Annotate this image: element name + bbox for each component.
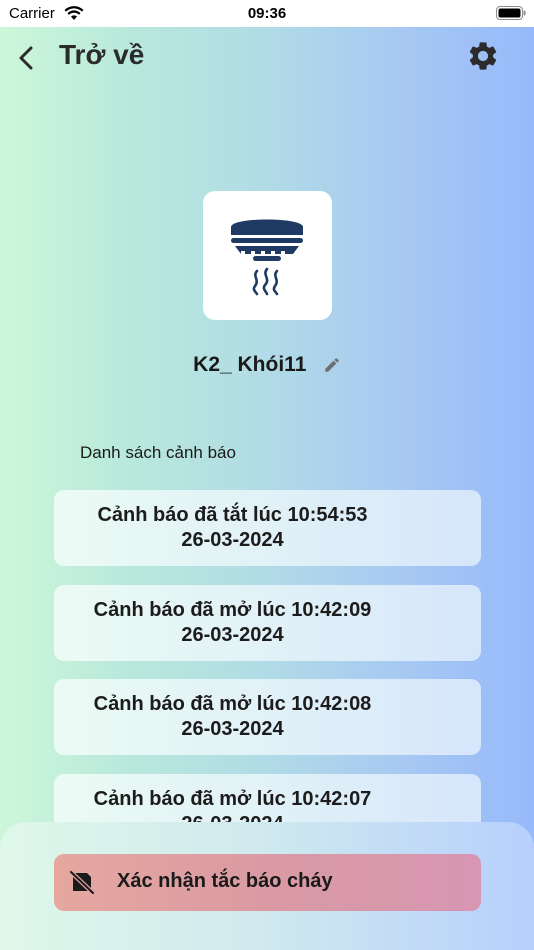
alert-item-text: Cảnh báo đã tắt lúc 10:54:53	[97, 504, 368, 526]
alert-item-text: Cảnh báo đã mở lúc 10:42:07	[93, 788, 372, 810]
smoke-detector-icon	[231, 219, 303, 296]
alert-item-date: 26-03-2024	[181, 718, 284, 740]
battery-icon	[496, 6, 526, 20]
back-chevron-icon[interactable]	[14, 41, 42, 75]
back-button[interactable]: Trở về	[59, 39, 144, 71]
alert-item-text: Cảnh báo đã mở lúc 10:42:08	[93, 693, 372, 715]
status-bar: Carrier 09:36	[0, 0, 534, 27]
device-name-row: K2_ Khói11	[0, 353, 534, 383]
alert-item-date: 26-03-2024	[181, 529, 284, 551]
device-detail-screen: Trở về K2_ Khói11 Danh sách cảnh báo Cản…	[0, 27, 534, 950]
alert-item-date: 26-03-2024	[181, 624, 284, 646]
alert-item-text: Cảnh báo đã mở lúc 10:42:09	[93, 599, 372, 621]
clock: 09:36	[247, 5, 287, 22]
bottom-action-sheet: Xác nhận tắc báo cháy	[0, 822, 534, 950]
confirm-fire-alarm-off-button[interactable]: Xác nhận tắc báo cháy	[54, 854, 481, 911]
confirm-button-label: Xác nhận tắc báo cháy	[117, 870, 333, 892]
alert-item[interactable]: Cảnh báo đã tắt lúc 10:54:53 26-03-2024	[54, 490, 481, 566]
device-name: K2_ Khói11	[193, 353, 307, 376]
pencil-edit-icon[interactable]	[323, 356, 341, 374]
gear-icon[interactable]	[466, 39, 500, 73]
alert-item[interactable]: Cảnh báo đã mở lúc 10:42:09 26-03-2024	[54, 585, 481, 661]
alert-item[interactable]: Cảnh báo đã mở lúc 10:42:08 26-03-2024	[54, 679, 481, 755]
device-image-card	[203, 191, 332, 320]
notification-off-icon	[68, 869, 96, 896]
alert-list-title: Danh sách cảnh báo	[80, 443, 236, 462]
